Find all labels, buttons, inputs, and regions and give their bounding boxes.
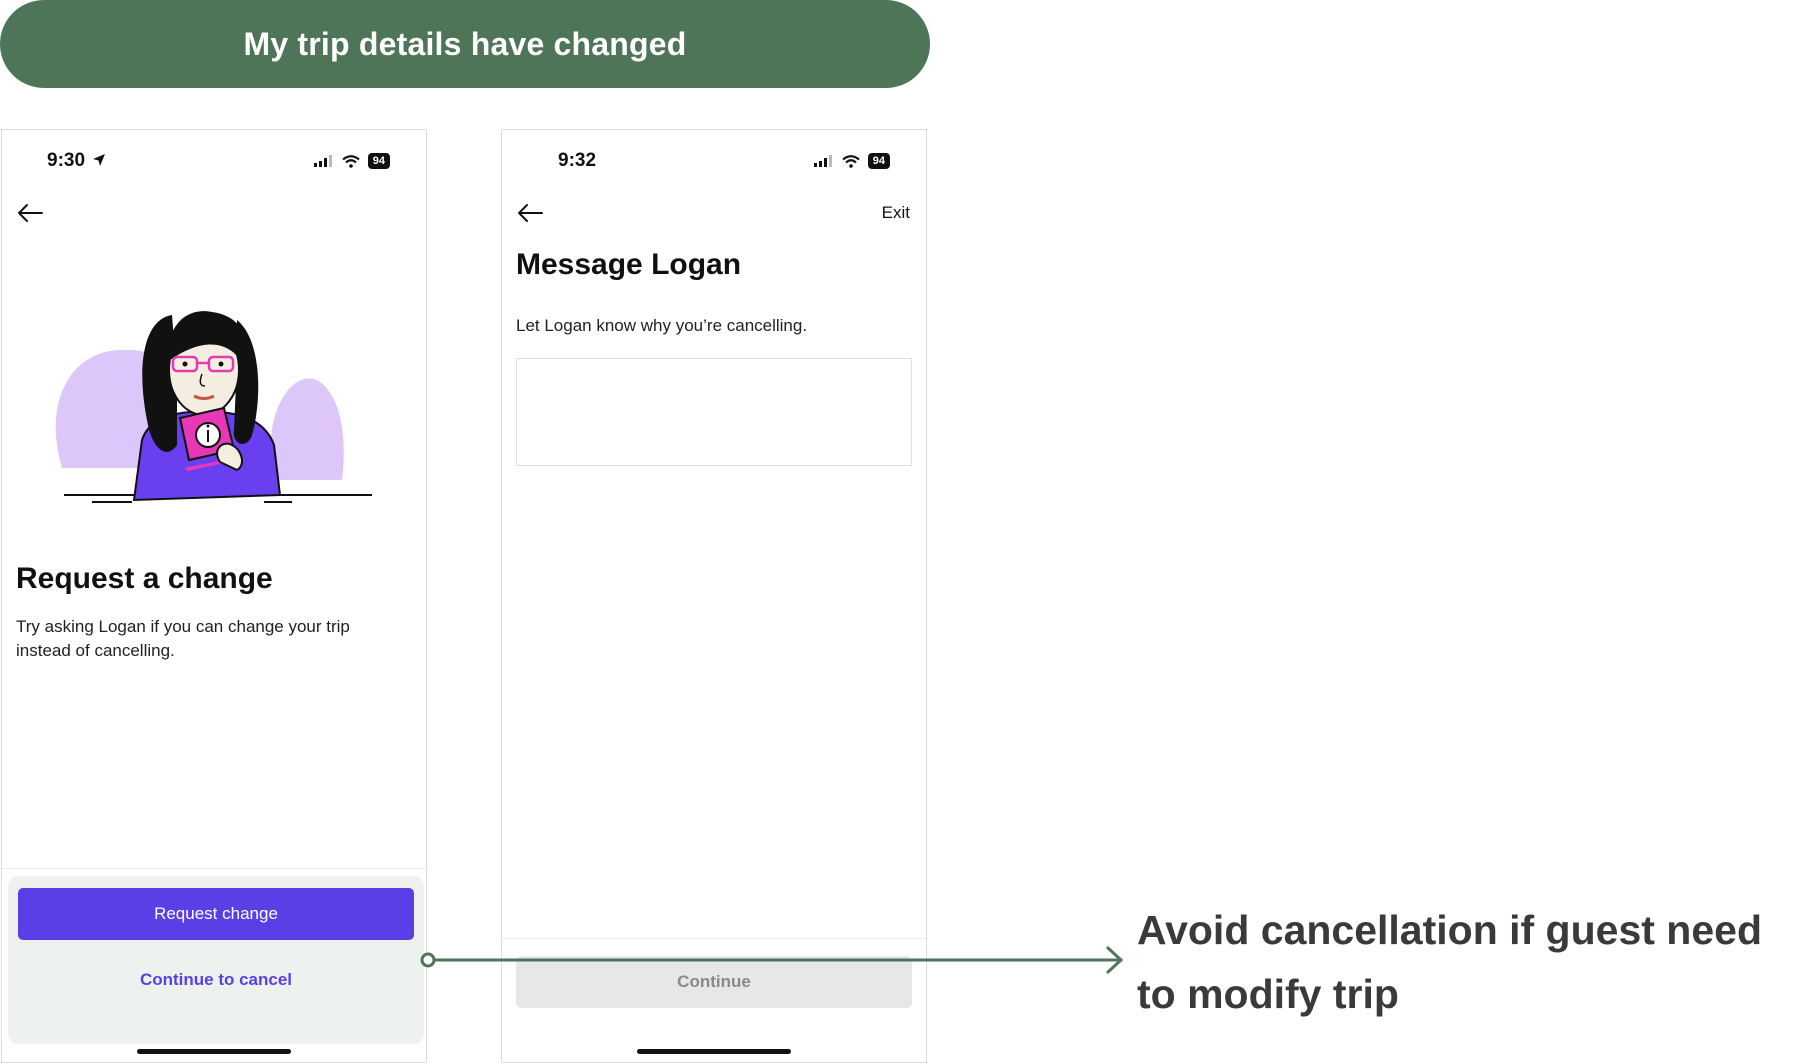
location-arrow-icon	[93, 154, 106, 166]
exit-button[interactable]: Exit	[882, 203, 910, 223]
action-panel: Request change Continue to cancel	[8, 876, 424, 1044]
woman-with-book-illustration	[55, 311, 372, 503]
back-arrow-icon[interactable]	[16, 201, 44, 225]
section-banner: My trip details have changed	[0, 0, 930, 88]
wifi-icon	[842, 154, 860, 168]
status-bar: 9:30 94	[2, 150, 426, 174]
phone-screen-request-change: 9:30 94 Request a change Try asking Loga…	[1, 129, 427, 1063]
page-description: Try asking Logan if you can change your …	[16, 617, 350, 660]
status-indicators: 94	[813, 153, 890, 169]
status-indicators: 94	[313, 153, 390, 169]
wifi-icon	[342, 154, 360, 168]
battery-icon: 94	[367, 153, 390, 169]
page-description: Let Logan know why you’re cancelling.	[516, 316, 808, 335]
footer-divider	[502, 938, 926, 939]
connector-arrow	[420, 946, 1124, 974]
home-indicator	[637, 1049, 791, 1054]
phone-screen-message-host: 9:32 94 Exit Message Logan Let Logan kno…	[501, 129, 927, 1063]
status-time: 9:30	[47, 150, 106, 172]
continue-to-cancel-link[interactable]: Continue to cancel	[18, 960, 414, 1000]
request-change-button[interactable]: Request change	[18, 888, 414, 940]
status-time: 9:32	[558, 150, 597, 171]
home-indicator	[137, 1049, 291, 1054]
banner-title: My trip details have changed	[243, 25, 687, 62]
page-title: Message Logan	[516, 248, 742, 281]
message-textarea[interactable]	[516, 358, 912, 466]
status-bar: 9:32 94	[502, 150, 926, 174]
page-title: Request a change	[16, 562, 273, 595]
annotation-text: Avoid cancellation if guest need to modi…	[1137, 907, 1762, 1017]
signal-icon	[313, 155, 332, 167]
footer-divider	[2, 868, 426, 869]
signal-icon	[813, 155, 832, 167]
battery-icon: 94	[867, 153, 890, 169]
back-arrow-icon[interactable]	[516, 201, 544, 225]
